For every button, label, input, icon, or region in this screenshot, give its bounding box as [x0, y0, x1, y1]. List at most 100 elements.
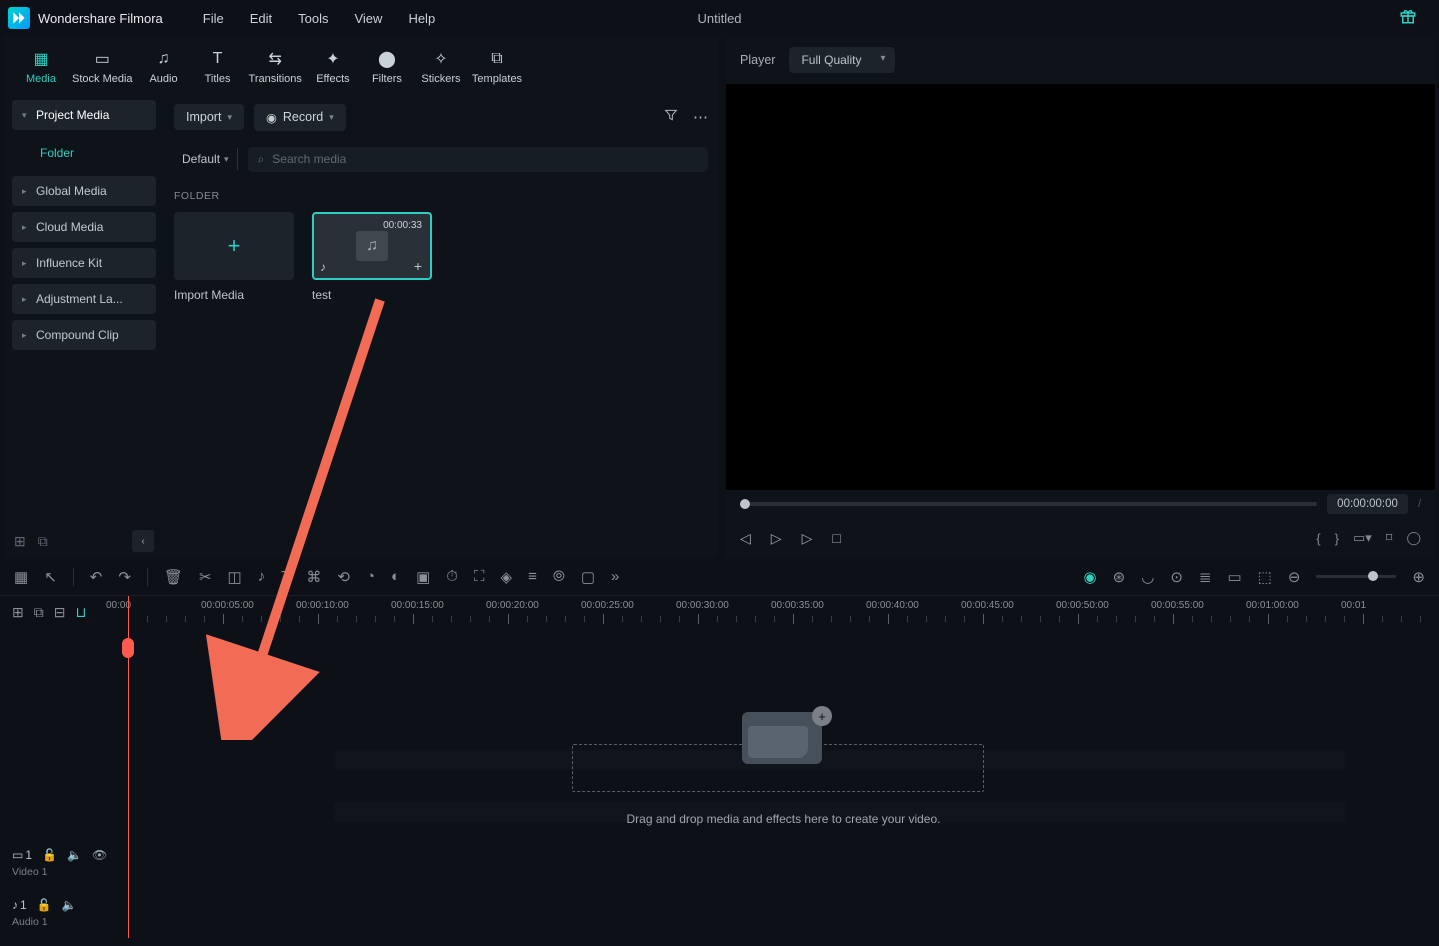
sidebar-influence-kit[interactable]: ▸Influence Kit: [12, 248, 156, 278]
track-magnet-icon[interactable]: ⊔: [75, 604, 86, 621]
add-clip-icon[interactable]: +: [414, 258, 422, 274]
menu-view[interactable]: View: [354, 11, 382, 26]
templates-icon: ⧉: [487, 49, 507, 69]
mute-icon[interactable]: 🔈: [67, 848, 82, 862]
expand-icon[interactable]: ⛶: [474, 568, 485, 585]
sort-dropdown[interactable]: Default▾: [174, 148, 238, 170]
lock-icon[interactable]: 🔓: [37, 898, 52, 912]
collapse-sidebar-button[interactable]: ‹: [132, 530, 154, 552]
menu-help[interactable]: Help: [408, 11, 435, 26]
sidebar-folder[interactable]: Folder: [12, 136, 156, 170]
tab-transitions[interactable]: ⇆Transitions: [245, 45, 306, 85]
aspect-icon[interactable]: ▭▾: [1353, 530, 1372, 546]
play-button[interactable]: ▷: [771, 530, 782, 547]
preview-scrubber[interactable]: [740, 502, 1317, 506]
sidebar-compound-clip[interactable]: ▸Compound Clip: [12, 320, 156, 350]
monitor-icon[interactable]: ▭: [1227, 568, 1241, 586]
ai-icon[interactable]: ◉: [1084, 568, 1097, 586]
audio-track-head[interactable]: ♪1 🔓 🔈 Audio 1: [0, 888, 128, 938]
more-tools-icon[interactable]: »: [611, 568, 619, 585]
mixer-icon[interactable]: ≣: [1199, 568, 1212, 586]
sidebar-project-media[interactable]: ▾Project Media: [12, 100, 156, 130]
new-folder-icon[interactable]: ⊞: [14, 533, 26, 550]
brace-close-icon[interactable]: }: [1335, 531, 1339, 546]
tab-titles[interactable]: TTitles: [191, 45, 245, 85]
playhead[interactable]: [128, 596, 129, 938]
tool-tabs: ▦Media ▭Stock Media ♫Audio TTitles ⇆Tran…: [4, 36, 718, 94]
mask-icon[interactable]: ▣: [416, 568, 430, 586]
preview-viewport[interactable]: [726, 84, 1435, 490]
import-button[interactable]: Import▾: [174, 104, 244, 130]
search-box[interactable]: ⌕: [248, 147, 708, 172]
snapshot-icon[interactable]: ◯: [1406, 530, 1421, 546]
adjust-icon[interactable]: ≡: [528, 568, 537, 585]
filter-icon[interactable]: [663, 107, 679, 127]
new-bin-icon[interactable]: ⧉: [38, 533, 48, 550]
media-clip-test[interactable]: 00:00:33 ♫ ♪ + test: [312, 212, 432, 302]
mask2-icon[interactable]: ▢: [581, 568, 595, 586]
track-audio-icon[interactable]: ♪: [258, 568, 266, 585]
sidebar-global-media[interactable]: ▸Global Media: [12, 176, 156, 206]
text-icon[interactable]: T: [281, 568, 290, 585]
lock-icon[interactable]: 🔓: [42, 848, 57, 862]
zoom-in-icon[interactable]: ⊕: [1412, 568, 1425, 586]
sidebar-adjustment-layer[interactable]: ▸Adjustment La...: [12, 284, 156, 314]
tab-stock-media[interactable]: ▭Stock Media: [68, 45, 137, 85]
link-icon[interactable]: ⌘: [306, 568, 321, 586]
tag-icon[interactable]: ◈: [501, 568, 513, 586]
color-icon[interactable]: ◐: [391, 568, 400, 585]
zoom-slider[interactable]: [1316, 575, 1396, 578]
menu-bar: File Edit Tools View Help: [203, 11, 435, 26]
mute-icon[interactable]: 🔈: [62, 898, 77, 912]
track-lock-icon[interactable]: ⊟: [54, 604, 66, 621]
menu-tools[interactable]: Tools: [298, 11, 328, 26]
menu-edit[interactable]: Edit: [250, 11, 272, 26]
media-sidebar: ▾Project Media Folder ▸Global Media ▸Clo…: [4, 94, 164, 558]
timeline-ruler[interactable]: 00:0000:00:05:0000:00:10:0000:00:15:0000…: [128, 596, 1439, 634]
ruler-tick: 00:00:55:00: [1151, 600, 1204, 611]
track-link-icon[interactable]: ⧉: [34, 604, 44, 621]
caption-icon[interactable]: ⬚: [1258, 568, 1272, 586]
prev-frame-button[interactable]: ◁: [740, 530, 751, 547]
marker-icon[interactable]: ◡: [1141, 568, 1154, 586]
search-input[interactable]: [272, 152, 698, 166]
tab-stickers[interactable]: ✧Stickers: [414, 45, 468, 85]
crop-icon[interactable]: ◫: [228, 568, 242, 586]
tab-filters[interactable]: ⬤Filters: [360, 45, 414, 85]
undo-icon[interactable]: ↶: [90, 568, 103, 586]
sidebar-cloud-media[interactable]: ▸Cloud Media: [12, 212, 156, 242]
speed-icon[interactable]: ◔: [366, 568, 375, 585]
cut-icon[interactable]: ✂: [199, 568, 212, 586]
tab-templates[interactable]: ⧉Templates: [468, 45, 526, 85]
brace-open-icon[interactable]: {: [1316, 531, 1320, 546]
track-add-icon[interactable]: ⊞: [12, 604, 24, 621]
quality-dropdown[interactable]: Full Quality: [789, 47, 895, 73]
more-icon[interactable]: ⋯: [693, 108, 708, 126]
timeline-tracks[interactable]: + Drag and drop media and effects here t…: [128, 634, 1439, 938]
group-icon[interactable]: ⦾: [553, 568, 565, 585]
speed-down-icon[interactable]: ⟲: [337, 568, 350, 586]
tab-audio[interactable]: ♫Audio: [137, 45, 191, 85]
record-button[interactable]: ◉Record▾: [254, 104, 346, 131]
import-media-tile[interactable]: + Import Media: [174, 212, 294, 302]
next-frame-button[interactable]: ▷: [802, 530, 813, 547]
delete-icon[interactable]: 🗑: [164, 568, 183, 586]
tab-effects[interactable]: ✦Effects: [306, 45, 360, 85]
grid-icon[interactable]: ▦: [14, 568, 28, 586]
video-track-head[interactable]: ▭1 🔓 🔈 👁 Video 1: [0, 838, 128, 888]
menu-file[interactable]: File: [203, 11, 224, 26]
drop-plus-icon[interactable]: +: [812, 706, 832, 726]
timer-icon[interactable]: ⏱: [446, 568, 458, 585]
mic-icon[interactable]: ⊙: [1170, 568, 1183, 586]
cursor-icon[interactable]: ↖: [44, 568, 57, 586]
stop-button[interactable]: □: [832, 530, 840, 546]
eye-icon[interactable]: 👁: [92, 848, 107, 862]
render-icon[interactable]: ⊛: [1113, 568, 1126, 586]
redo-icon[interactable]: ↷: [118, 568, 131, 586]
search-icon: ⌕: [258, 152, 265, 167]
tab-media[interactable]: ▦Media: [14, 45, 68, 85]
display-icon[interactable]: ⌑: [1386, 530, 1393, 546]
zoom-out-icon[interactable]: ⊖: [1288, 568, 1301, 586]
gift-icon[interactable]: [1399, 7, 1417, 30]
caret-right-icon: ▸: [22, 186, 30, 197]
